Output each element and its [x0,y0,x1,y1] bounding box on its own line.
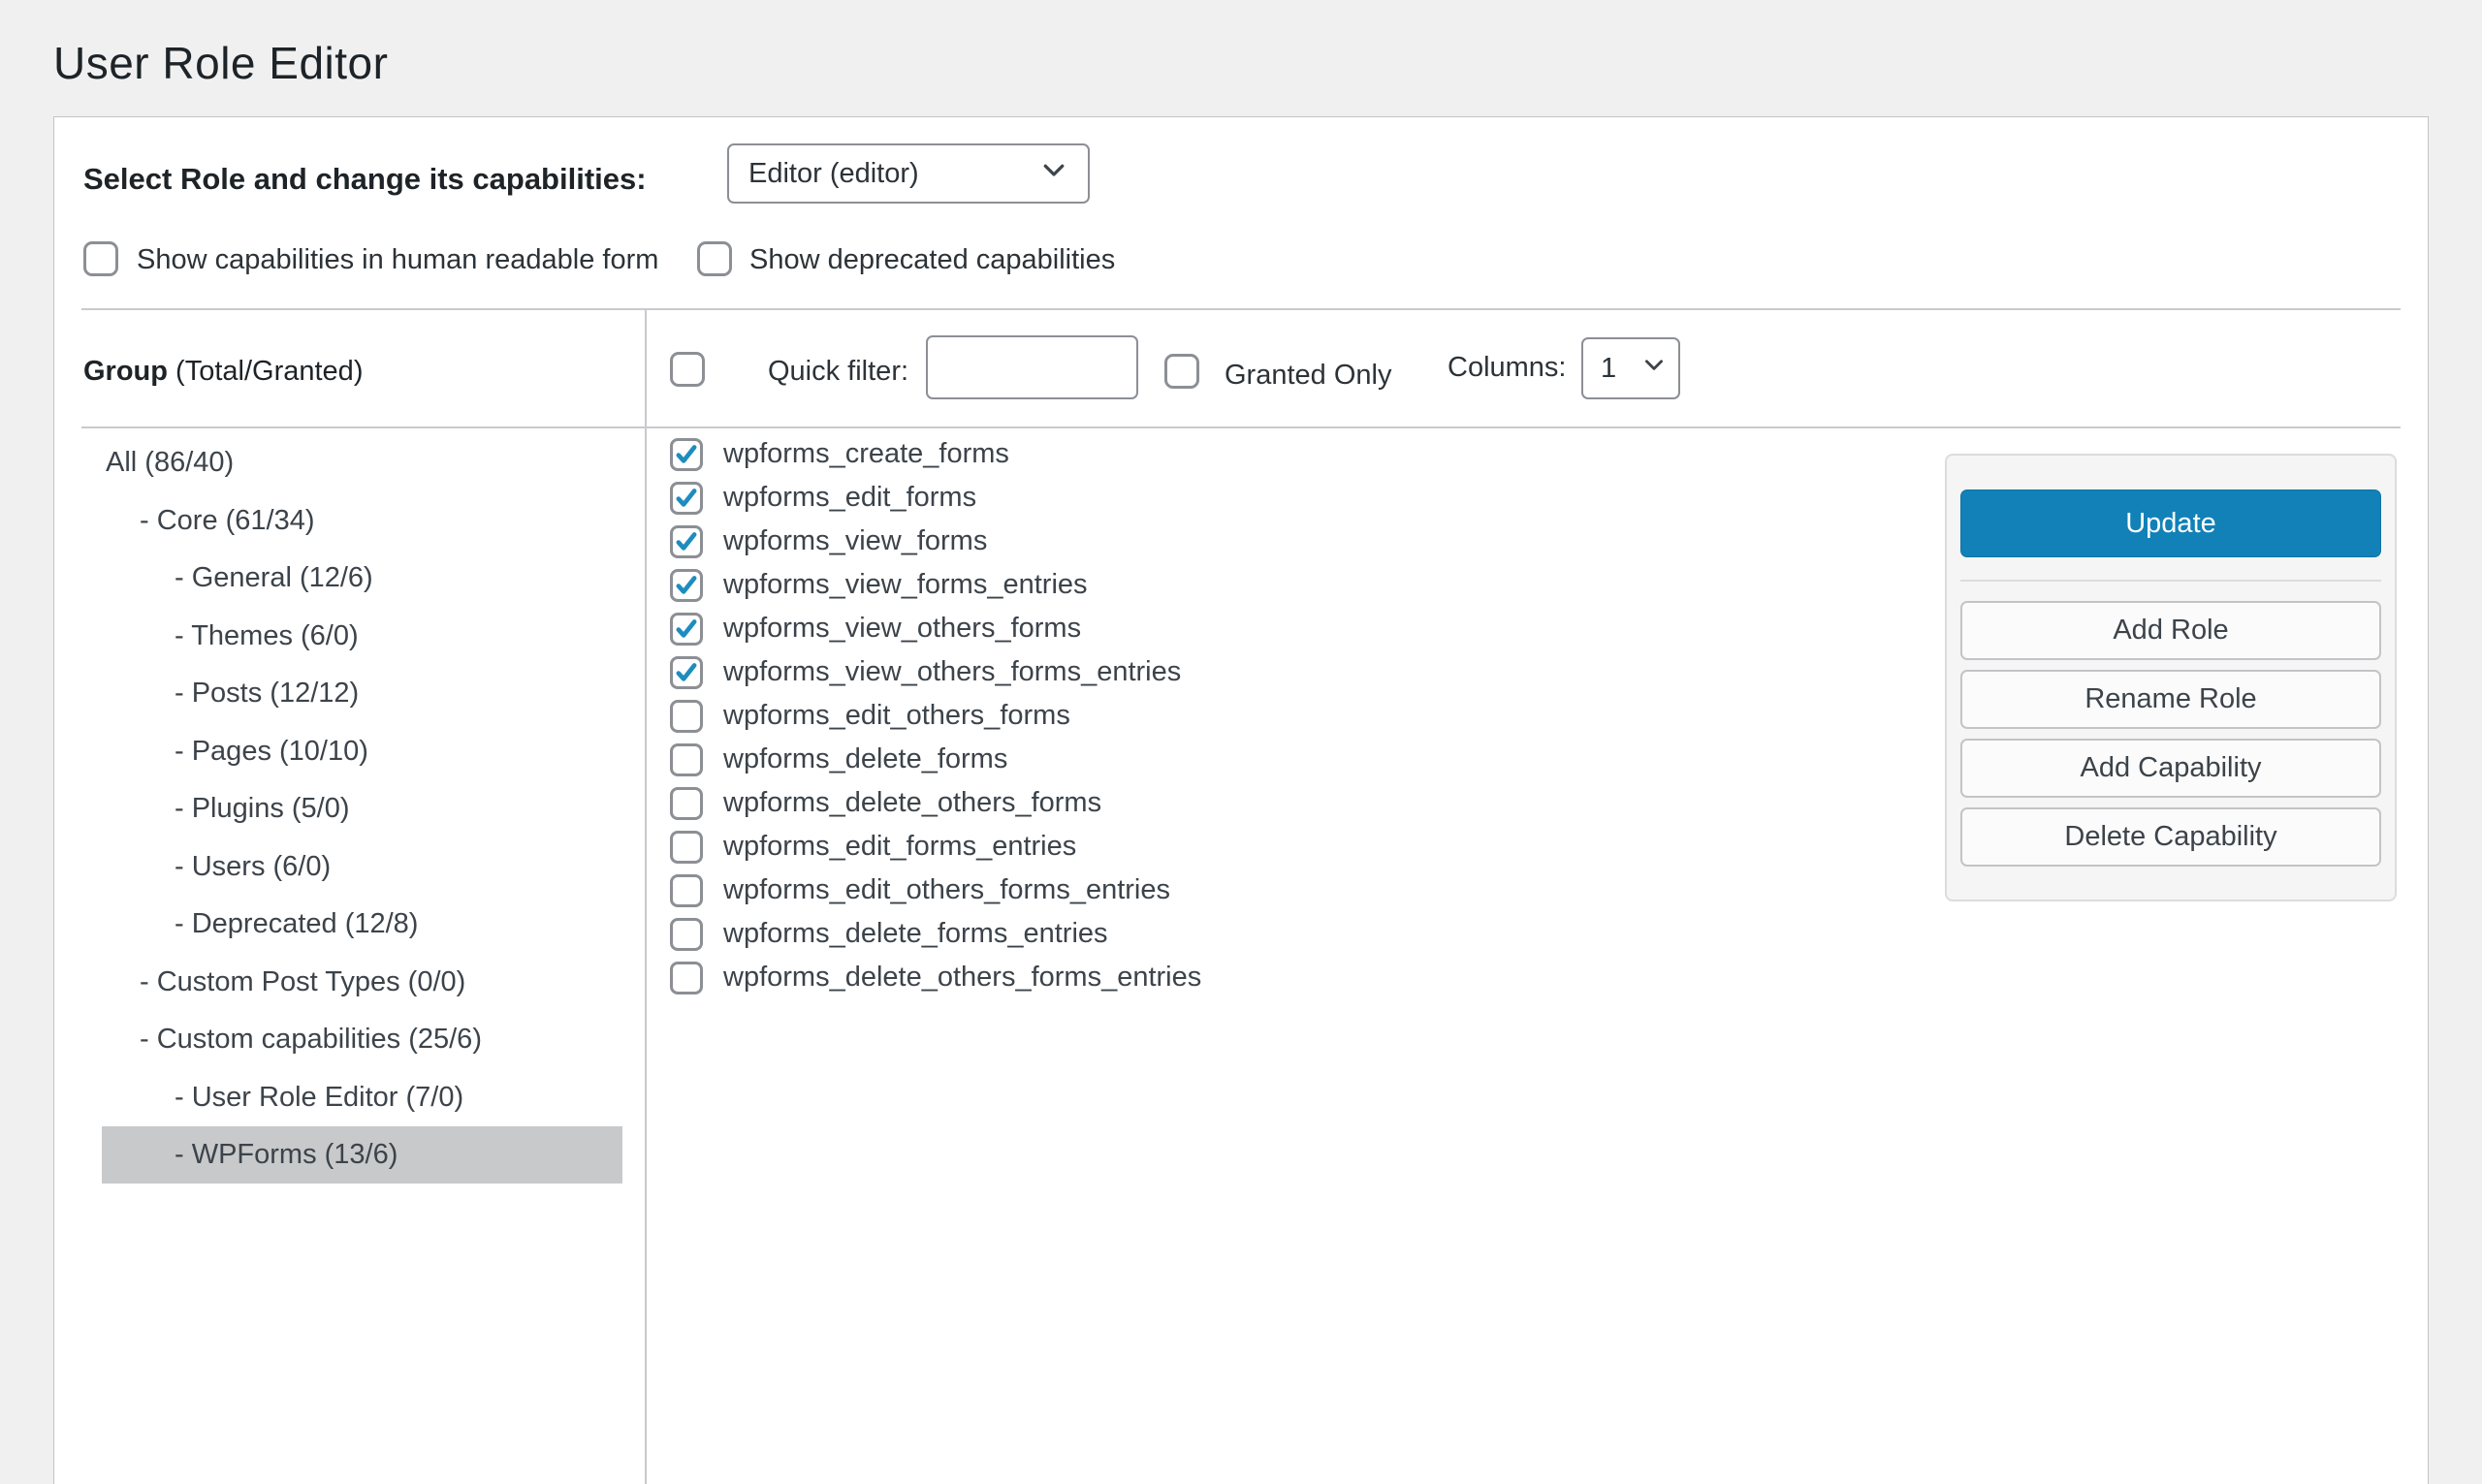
capability-row-wpforms_view_forms_entries: wpforms_view_forms_entries [670,563,1088,607]
capability-checkbox[interactable] [670,613,703,646]
group-tree-item-custom-capabilities-25-6[interactable]: - Custom capabilities (25/6) [102,1011,622,1068]
capability-name: wpforms_delete_forms [723,743,1007,775]
main-panel: Select Role and change its capabilities:… [53,116,2429,1484]
group-tree-item-deprecated-12-8[interactable]: - Deprecated (12/8) [102,896,622,953]
group-tree-item-user-role-editor-7-0[interactable]: - User Role Editor (7/0) [102,1069,622,1126]
capability-row-wpforms_view_forms: wpforms_view_forms [670,520,987,563]
role-select-value: Editor (editor) [748,158,919,190]
chevron-down-icon [1641,352,1667,385]
capability-row-wpforms_edit_others_forms: wpforms_edit_others_forms [670,694,1070,738]
granted-only-checkbox[interactable] [1164,354,1199,389]
group-tree-item-pages-10-10[interactable]: - Pages (10/10) [102,723,622,780]
chevron-down-icon [1039,155,1068,192]
select-role-label: Select Role and change its capabilities: [83,162,647,197]
show-deprecated-checkbox[interactable] [697,241,732,276]
action-button-add-role[interactable]: Add Role [1960,601,2381,660]
capability-row-wpforms_delete_forms: wpforms_delete_forms [670,738,1007,781]
granted-only-label: Granted Only [1225,360,1391,392]
capability-row-wpforms_delete_others_forms: wpforms_delete_others_forms [670,781,1101,825]
capability-name: wpforms_delete_others_forms [723,787,1101,819]
group-tree-item-general-12-6[interactable]: - General (12/6) [102,550,622,607]
capability-name: wpforms_delete_others_forms_entries [723,962,1201,994]
divider [81,426,2401,428]
capability-checkbox[interactable] [670,787,703,820]
action-button-rename-role[interactable]: Rename Role [1960,670,2381,729]
capability-name: wpforms_edit_forms [723,482,976,514]
capability-row-wpforms_create_forms: wpforms_create_forms [670,432,1009,476]
capability-checkbox[interactable] [670,918,703,951]
capability-row-wpforms_edit_others_forms_entries: wpforms_edit_others_forms_entries [670,868,1170,912]
quick-filter-input[interactable] [926,335,1138,399]
capability-checkbox[interactable] [670,700,703,733]
columns-select[interactable]: 1 [1581,337,1680,399]
capability-checkbox[interactable] [670,831,703,864]
capability-checkbox[interactable] [670,743,703,776]
capability-checkbox[interactable] [670,438,703,471]
capability-row-wpforms_view_others_forms: wpforms_view_others_forms [670,607,1081,650]
group-tree-item-custom-post-types-0-0[interactable]: - Custom Post Types (0/0) [102,954,622,1011]
capability-row-wpforms_delete_others_forms_entries: wpforms_delete_others_forms_entries [670,956,1201,999]
capability-row-wpforms_view_others_forms_entries: wpforms_view_others_forms_entries [670,650,1181,694]
group-tree-item-users-6-0[interactable]: - Users (6/0) [102,838,622,896]
column-divider [645,309,647,1484]
capability-row-wpforms_edit_forms: wpforms_edit_forms [670,476,976,520]
group-tree-item-wpforms-13-6[interactable]: - WPForms (13/6) [102,1126,622,1184]
group-tree-item-core-61-34[interactable]: - Core (61/34) [102,492,622,550]
update-button[interactable]: Update [1960,489,2381,557]
divider [81,308,2401,310]
action-button-add-capability[interactable]: Add Capability [1960,739,2381,798]
capability-row-wpforms_edit_forms_entries: wpforms_edit_forms_entries [670,825,1076,868]
capability-row-wpforms_delete_forms_entries: wpforms_delete_forms_entries [670,912,1108,956]
capability-name: wpforms_edit_forms_entries [723,831,1076,863]
human-readable-label: Show capabilities in human readable form [137,244,658,276]
quick-filter-label: Quick filter: [768,356,908,388]
panel-divider [1960,580,2381,582]
group-tree-item-all-86-40[interactable]: All (86/40) [102,434,622,491]
capability-name: wpforms_edit_others_forms_entries [723,874,1170,906]
columns-label: Columns: [1448,352,1567,384]
capability-checkbox[interactable] [670,874,703,907]
capability-checkbox[interactable] [670,656,703,689]
capability-name: wpforms_create_forms [723,438,1009,470]
capability-checkbox[interactable] [670,482,703,515]
capability-checkbox[interactable] [670,525,703,558]
human-readable-checkbox[interactable] [83,241,118,276]
group-tree-item-themes-6-0[interactable]: - Themes (6/0) [102,608,622,665]
columns-select-value: 1 [1601,353,1616,385]
group-tree-item-plugins-5-0[interactable]: - Plugins (5/0) [102,780,622,837]
role-select[interactable]: Editor (editor) [727,143,1090,204]
action-panel: Update Add Role Rename Role Add Capability… [1945,454,2397,901]
capability-checkbox[interactable] [670,962,703,995]
capability-name: wpforms_view_others_forms [723,613,1081,645]
action-button-delete-capability[interactable]: Delete Capability [1960,807,2381,867]
capability-name: wpforms_delete_forms_entries [723,918,1108,950]
page-title: User Role Editor [53,37,388,89]
group-tree-item-posts-12-12[interactable]: - Posts (12/12) [102,665,622,722]
user-role-editor-page: User Role Editor Select Role and change … [0,0,2482,1484]
capability-name: wpforms_edit_others_forms [723,700,1070,732]
filter-lead-checkbox[interactable] [670,352,705,387]
capability-name: wpforms_view_forms [723,525,987,557]
capability-checkbox[interactable] [670,569,703,602]
capability-name: wpforms_view_forms_entries [723,569,1088,601]
capability-name: wpforms_view_others_forms_entries [723,656,1181,688]
group-header: Group (Total/Granted) [83,356,363,388]
show-deprecated-label: Show deprecated capabilities [749,244,1115,276]
